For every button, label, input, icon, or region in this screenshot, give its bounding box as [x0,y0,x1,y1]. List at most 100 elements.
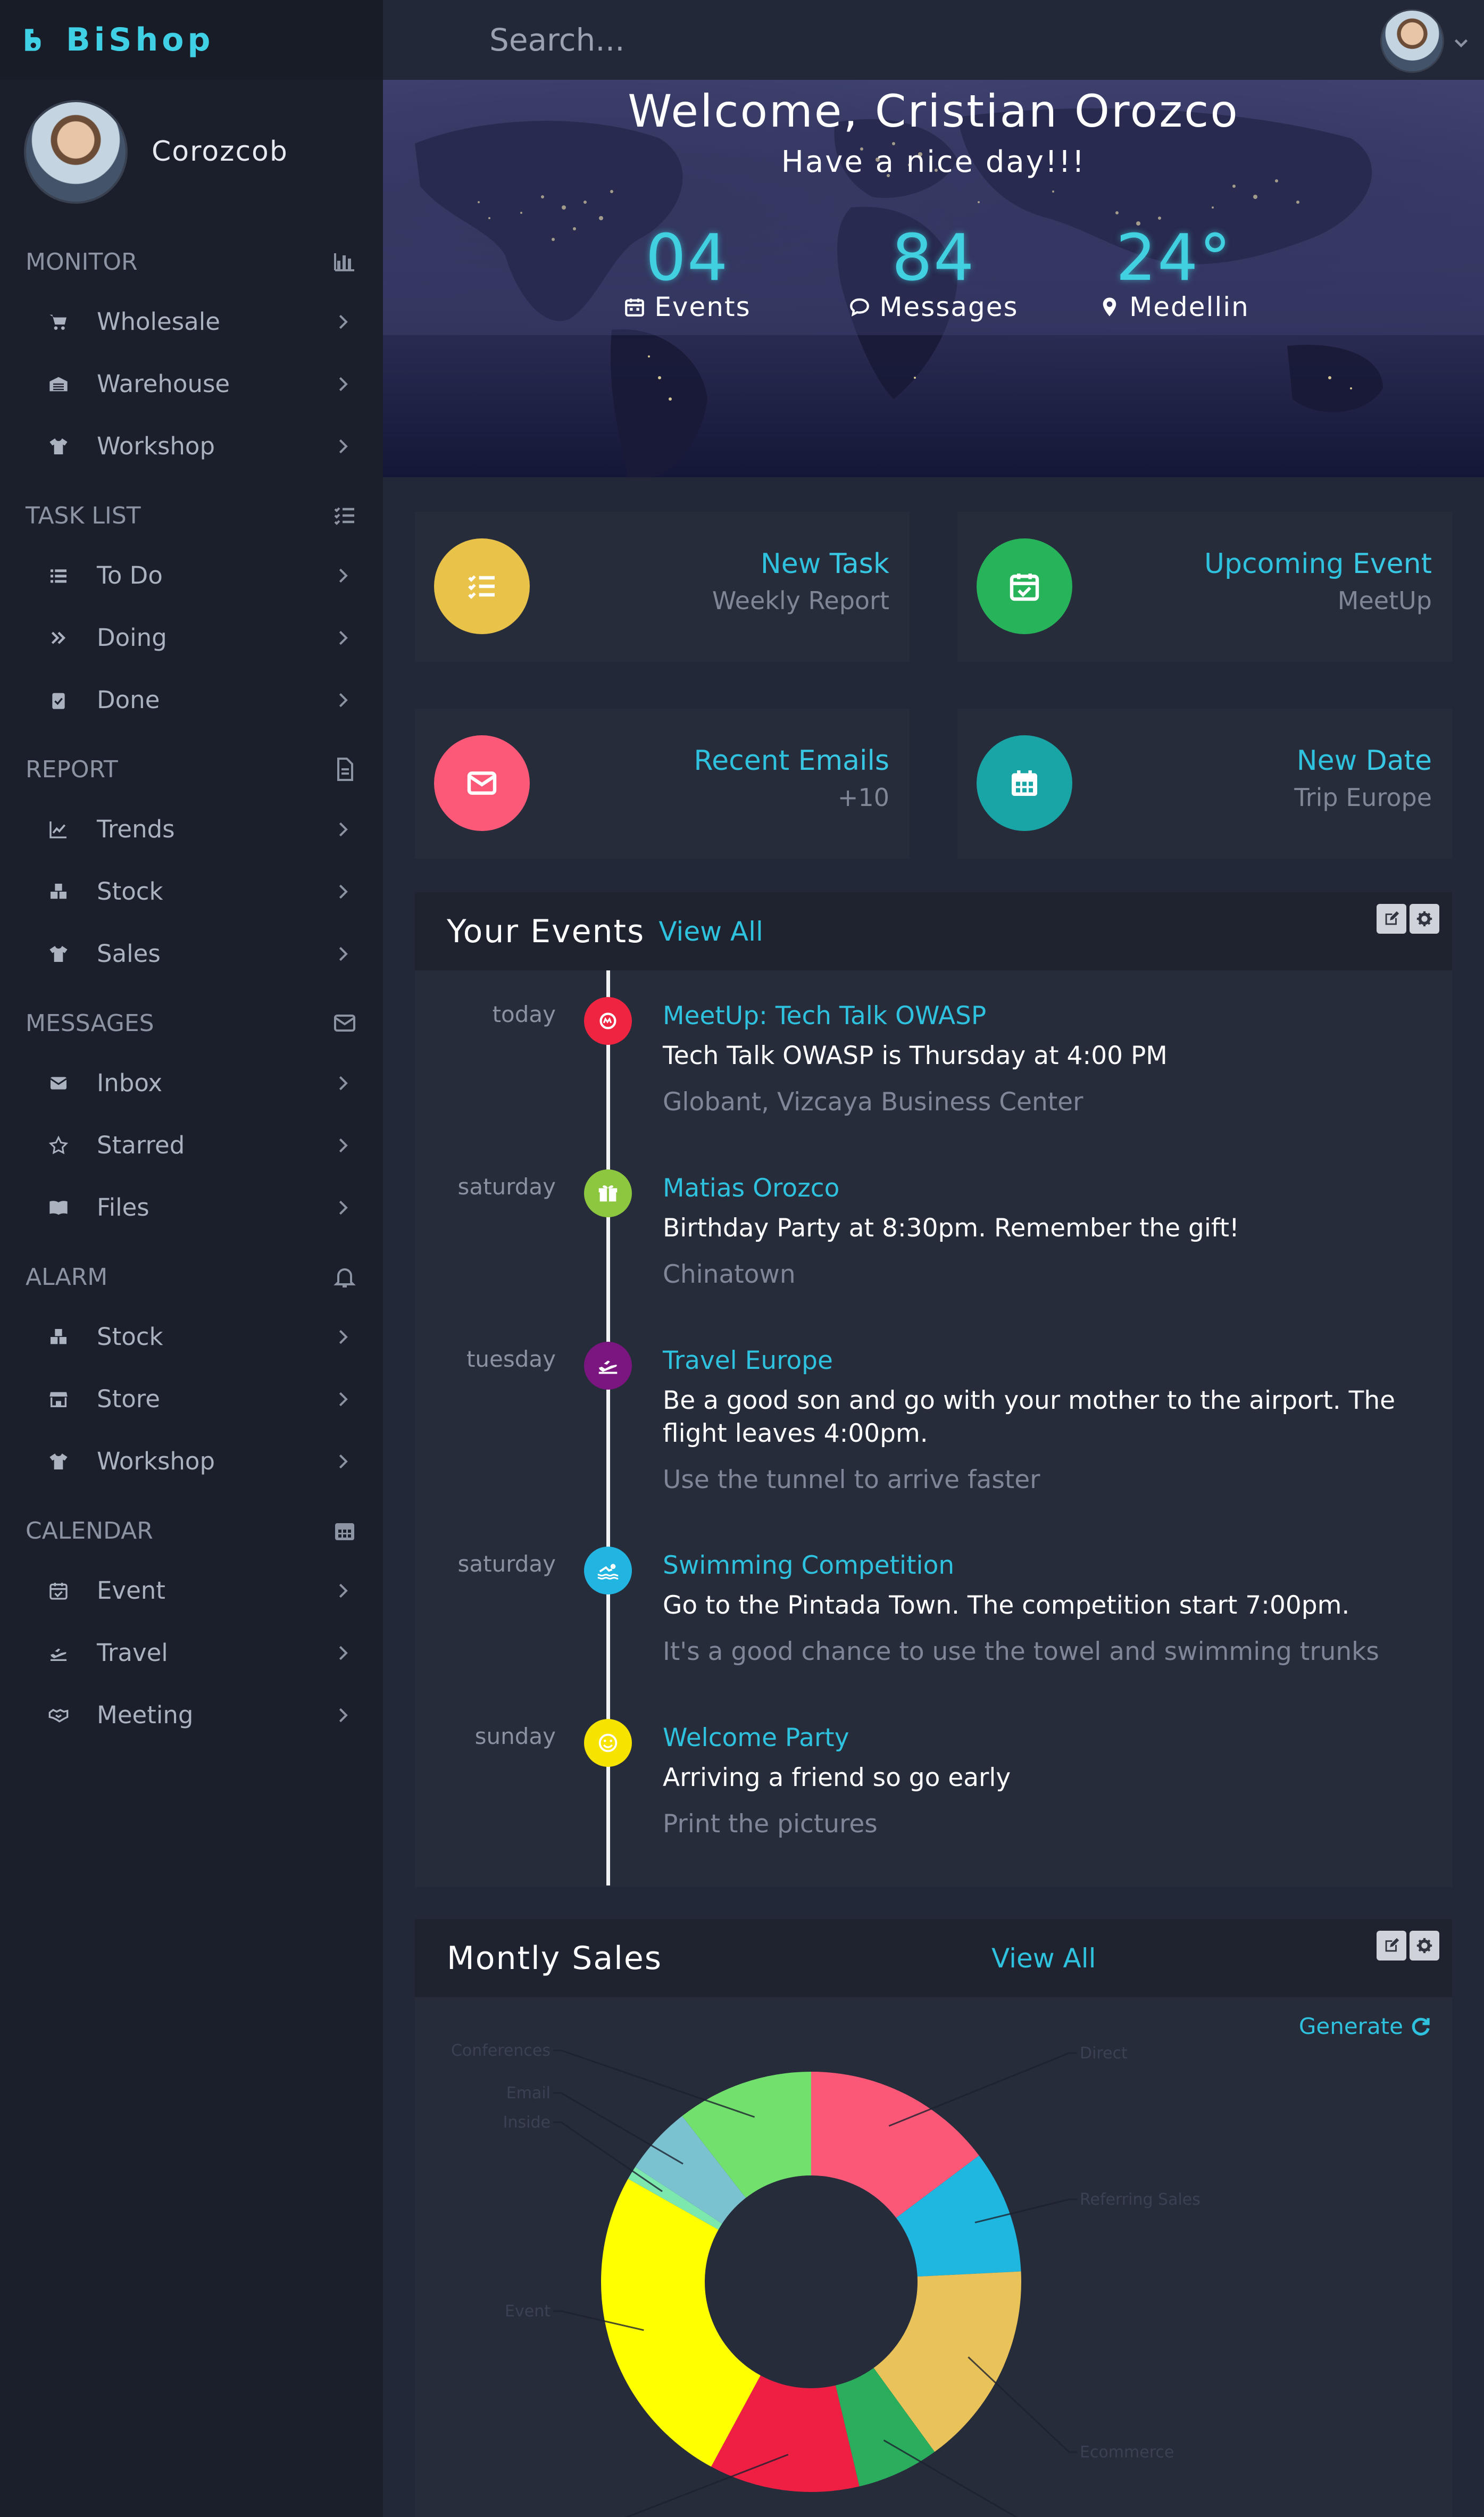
event-dot [584,997,632,1045]
sidebar-item-inbox[interactable]: Inbox [0,1052,383,1114]
star-icon [48,1135,69,1154]
sidebar-item-label: Stock [97,1323,163,1351]
panel-title: Your Events [447,913,645,950]
chevron-down-icon[interactable] [1452,33,1471,52]
brand-name: BiShop [66,21,214,59]
event-dot [584,1342,632,1390]
event-description: Tech Talk OWASP is Thursday at 4:00 PM [663,1041,1168,1070]
book-icon [49,1200,68,1215]
sales-panel: Montly Sales View All Generate Direct Ref… [415,1919,1452,2517]
event-description: Go to the Pintada Town. The competition … [663,1591,1350,1620]
nav-section-calendar: CALENDAR Event Travel Meeting [0,1492,383,1746]
calendar-check-icon [1010,574,1039,601]
card-recent-emails[interactable]: Recent Emails +10 [415,709,910,859]
sidebar-item-warehouse[interactable]: Warehouse [0,353,383,415]
view-all-link[interactable]: View All [658,916,763,947]
chevron-right-icon [339,1392,348,1406]
sidebar-item-stock[interactable]: Stock [0,1306,383,1368]
sidebar-item-meeting[interactable]: Meeting [0,1684,383,1746]
sidebar-item-label: Wholesale [97,308,220,336]
card-title-strong: Event [1353,548,1432,580]
settings-button[interactable] [1410,904,1439,934]
events-panel: Your Events View All today MeetUp: Tech … [415,892,1452,1887]
card-title-strong: Date [1365,745,1432,777]
chevron-right-icon [339,1076,348,1090]
sidebar-item-wholesale[interactable]: Wholesale [0,290,383,353]
panel-tools [1377,1931,1439,1961]
sidebar-item-sales[interactable]: Sales [0,923,383,985]
card-new-date[interactable]: New Date Trip Europe [957,709,1452,859]
card-title-prefix: Recent [694,745,790,777]
sidebar-item-trends[interactable]: Trends [0,798,383,860]
donut-leader-line [553,2092,683,2165]
event-title[interactable]: Swimming Competition [663,1551,954,1580]
sidebar-item-store[interactable]: Store [0,1368,383,1430]
nav-section-heading: MONITOR [0,233,383,290]
sidebar-item-files[interactable]: Files [0,1176,383,1239]
sidebar-item-workshop[interactable]: Workshop [0,415,383,477]
card-icon-circle [977,735,1072,831]
generate-button[interactable]: Generate [1299,2013,1432,2039]
event-dot [584,1719,632,1767]
plane-icon [598,1360,618,1374]
donut-label: Conferences [451,2041,551,2060]
search-input[interactable] [489,13,1287,67]
chevron-right-icon [339,1330,348,1344]
stat-weather: 24° Medellin [1062,223,1286,322]
event-title[interactable]: MeetUp: Tech Talk OWASP [663,1001,986,1031]
clipboard-check-icon [52,693,65,709]
nav-section-title: CALENDAR [26,1517,153,1544]
nav-section-heading: REPORT [0,741,383,798]
store-icon [49,1392,68,1407]
nav-section-title: TASK LIST [26,502,141,529]
list-icon [51,569,66,583]
envelope-icon [50,1076,67,1090]
sales-donut-chart: DirectReferring SalesEcommerceSocial Med… [451,2041,1200,2517]
panel-title-strong: Events [530,912,645,950]
event-description: Be a good son and go with your mother to… [663,1386,1396,1448]
view-all-link[interactable]: View All [991,1943,1096,1974]
nav-section-report: REPORT Trends Stock Sales [0,731,383,985]
sidebar-item-stock[interactable]: Stock [0,860,383,923]
card-upcoming-event[interactable]: Upcoming Event MeetUp [957,512,1452,662]
edit-button[interactable] [1377,904,1406,934]
card-new-task[interactable]: New Task Weekly Report [415,512,910,662]
sidebar-item-doing[interactable]: Doing [0,607,383,669]
sidebar-item-label: Done [97,686,160,714]
event-title[interactable]: Matias Orozco [663,1174,839,1203]
logo-icon [25,29,41,51]
nav-section-monitor: MONITOR Wholesale Warehouse Workshop [0,223,383,477]
top-bar [383,0,1484,80]
nav-section-title: MONITOR [26,248,138,276]
meetup-icon [599,1012,616,1029]
settings-button[interactable] [1410,1931,1439,1961]
sidebar-item-starred[interactable]: Starred [0,1114,383,1176]
user-profile[interactable]: Corozcob [0,80,383,223]
avatar[interactable] [24,99,128,204]
sidebar-item-event[interactable]: Event [0,1559,383,1622]
event-title[interactable]: Welcome Party [663,1723,849,1752]
sidebar-item-travel[interactable]: Travel [0,1622,383,1684]
event-title[interactable]: Travel Europe [663,1346,833,1375]
chevron-right-icon [339,1583,348,1598]
sidebar-item-workshop[interactable]: Workshop [0,1430,383,1492]
calendar-icon [1012,770,1037,796]
edit-button[interactable] [1377,1931,1406,1961]
event-dot [584,1547,632,1594]
user-avatar-menu[interactable] [1380,9,1444,73]
sidebar-item-label: Store [97,1385,160,1413]
card-title-strong: Emails [798,745,889,777]
sidebar-item-label: Warehouse [97,370,230,398]
donut-leader-line [553,2049,755,2118]
stat-messages: 84 Messages [822,223,1045,322]
shirt-icon [49,945,68,962]
nav-section-title: ALARM [26,1263,108,1291]
sidebar-item-label: Travel [97,1639,168,1667]
panel-title-strong: Sales [572,1939,662,1977]
sales-panel-header: Montly Sales View All [415,1919,1452,1997]
card-icon-circle [977,538,1072,634]
sidebar-item-to-do[interactable]: To Do [0,544,383,607]
brand[interactable]: BiShop [0,0,383,80]
chevron-right-icon [339,568,348,583]
sidebar-item-done[interactable]: Done [0,669,383,731]
